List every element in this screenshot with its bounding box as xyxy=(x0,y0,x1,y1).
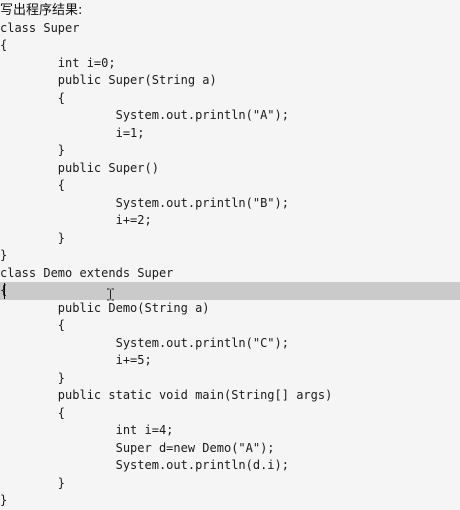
code-line[interactable]: class Super xyxy=(0,20,460,38)
code-line[interactable]: System.out.println(d.i); xyxy=(0,457,460,475)
code-line[interactable]: } xyxy=(0,475,460,493)
code-line[interactable]: public Demo(String a) xyxy=(0,300,460,318)
code-line[interactable]: System.out.println("C"); xyxy=(0,335,460,353)
code-editor[interactable]: 写出程序结果: class Super{ int i=0; public Supe… xyxy=(0,0,460,508)
page-title[interactable]: 写出程序结果: xyxy=(0,2,460,20)
code-line[interactable]: { xyxy=(0,282,460,300)
code-line[interactable]: { xyxy=(0,317,460,335)
code-line[interactable]: } xyxy=(0,492,460,510)
code-line[interactable]: int i=0; xyxy=(0,55,460,73)
code-line[interactable]: } xyxy=(0,247,460,265)
code-line[interactable]: i+=2; xyxy=(0,212,460,230)
code-line[interactable]: { xyxy=(0,90,460,108)
code-line[interactable]: i=1; xyxy=(0,125,460,143)
ibeam-icon xyxy=(106,288,115,301)
code-line[interactable]: } xyxy=(0,370,460,388)
code-line[interactable]: i+=5; xyxy=(0,352,460,370)
code-line[interactable]: { xyxy=(0,37,460,55)
code-line[interactable]: { xyxy=(0,177,460,195)
code-line[interactable]: System.out.println("A"); xyxy=(0,107,460,125)
code-line[interactable]: System.out.println("B"); xyxy=(0,195,460,213)
code-line[interactable]: class Demo extends Super xyxy=(0,265,460,283)
code-line[interactable]: public Super(String a) xyxy=(0,72,460,90)
code-line[interactable]: int i=4; xyxy=(0,422,460,440)
code-line[interactable]: public Super() xyxy=(0,160,460,178)
code-line[interactable]: Super d=new Demo("A"); xyxy=(0,440,460,458)
code-line[interactable]: public static void main(String[] args) xyxy=(0,387,460,405)
code-line[interactable]: { xyxy=(0,405,460,423)
code-line[interactable]: } xyxy=(0,142,460,160)
text-cursor xyxy=(4,283,5,299)
code-line[interactable]: } xyxy=(0,230,460,248)
